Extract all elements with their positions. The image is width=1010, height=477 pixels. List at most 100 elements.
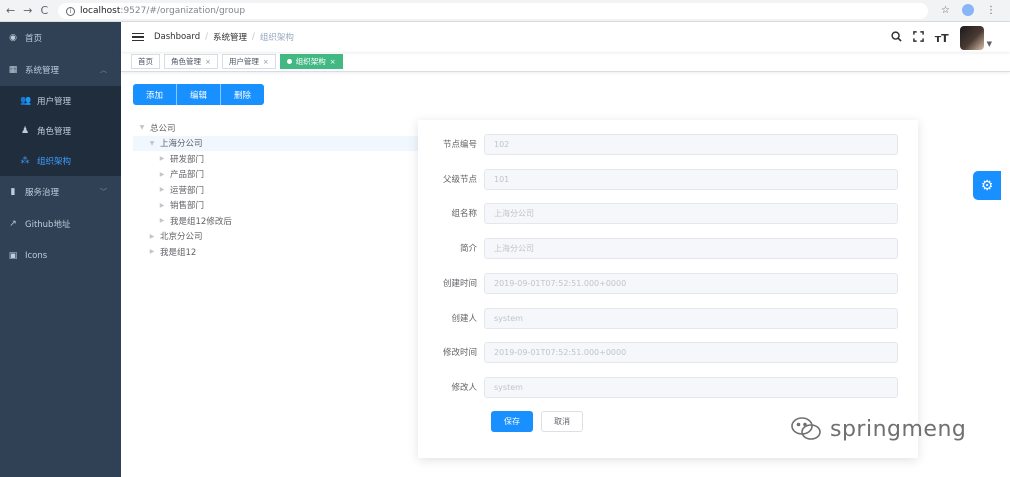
forward-icon[interactable]: → <box>23 4 32 17</box>
caret-right-icon[interactable]: ▶ <box>157 155 167 162</box>
sidebar-item-label: Github地址 <box>25 220 71 230</box>
form-row-description: 简介 上海分公司 <box>418 237 918 259</box>
edit-button[interactable]: 编辑 <box>177 84 222 105</box>
group-name-field[interactable]: 上海分公司 <box>484 202 898 224</box>
updated-at-field[interactable]: 2019-09-01T07:52:51.000+0000 <box>484 341 898 363</box>
field-label: 简介 <box>459 244 477 254</box>
navbar: Dashboard / 系统管理 / 组织架构 ᴛT ▼ <box>121 22 1010 52</box>
breadcrumb-dashboard[interactable]: Dashboard <box>154 32 200 42</box>
tree-node-label: 销售部门 <box>170 201 205 212</box>
form-row-parent: 父级节点 101 <box>418 168 918 190</box>
tree-node-label: 总公司 <box>150 123 176 134</box>
save-button[interactable]: 保存 <box>491 411 533 432</box>
close-icon[interactable]: × <box>330 58 336 66</box>
user-role-icon: ♟ <box>20 126 30 136</box>
tree-node-label: 我是组12修改后 <box>170 216 232 227</box>
caret-right-icon[interactable]: ▶ <box>157 217 167 224</box>
tree-node[interactable]: ▶ 我是组12 <box>133 244 423 260</box>
tree-node-label: 北京分公司 <box>160 232 203 243</box>
sidebar-item-organization[interactable]: ⁂ 组织架构 <box>0 146 121 176</box>
breadcrumb-system[interactable]: 系统管理 <box>213 31 247 43</box>
add-button[interactable]: 添加 <box>133 84 178 105</box>
fullscreen-icon[interactable] <box>912 31 924 45</box>
action-button-group: 添加 编辑 删除 <box>133 84 265 105</box>
delete-button[interactable]: 删除 <box>221 84 265 105</box>
tree-node[interactable]: ▼ 上海分公司 <box>133 135 423 151</box>
sidebar-item-label: 系统管理 <box>25 66 60 76</box>
created-by-field[interactable]: system <box>484 307 898 329</box>
field-label: 父级节点 <box>442 175 477 185</box>
wechat-logo-icon <box>791 417 821 440</box>
created-at-field[interactable]: 2019-09-01T07:52:51.000+0000 <box>484 272 898 294</box>
form-row-created-by: 创建人 system <box>418 307 918 329</box>
tree-node[interactable]: ▶ 我是组12修改后 <box>133 213 423 229</box>
parent-node-field[interactable]: 101 <box>484 168 898 190</box>
breadcrumb-current: 组织架构 <box>259 33 294 43</box>
caret-right-icon[interactable]: ▶ <box>157 186 167 193</box>
caret-down-icon[interactable]: ▼ <box>987 40 992 48</box>
hamburger-icon[interactable] <box>132 32 144 42</box>
sidebar-item-system[interactable]: ▦ 系统管理 ︿ <box>0 54 121 86</box>
description-field[interactable]: 上海分公司 <box>484 237 898 259</box>
tag-users[interactable]: 用户管理 × <box>221 54 276 69</box>
close-icon[interactable]: × <box>263 58 269 66</box>
node-id-field[interactable]: 102 <box>484 133 898 155</box>
tree-node-label: 上海分公司 <box>160 139 203 150</box>
breadcrumb: Dashboard / 系统管理 / 组织架构 <box>154 31 294 43</box>
caret-down-icon[interactable]: ▼ <box>137 124 147 131</box>
form-row-updated-by: 修改人 system <box>418 376 918 398</box>
users-icon: 👥 <box>20 96 32 106</box>
field-label: 节点编号 <box>442 140 477 150</box>
form-row-updated-at: 修改时间 2019-09-01T07:52:51.000+0000 <box>418 341 918 363</box>
sidebar-item-roles[interactable]: ♟ 角色管理 <box>0 116 121 146</box>
tag-home[interactable]: 首页 <box>131 54 160 69</box>
sidebar-item-label: 服务治理 <box>25 188 60 198</box>
tree-node[interactable]: ▶ 研发部门 <box>133 151 423 167</box>
form-row-id: 节点编号 102 <box>418 133 918 155</box>
field-label: 创建时间 <box>442 279 477 289</box>
field-label: 组名称 <box>451 209 477 219</box>
sidebar-item-services[interactable]: ▮ 服务治理 ﹀ <box>0 176 121 208</box>
breadcrumb-separator: / <box>205 32 208 42</box>
caret-right-icon[interactable]: ▶ <box>147 248 157 255</box>
caret-right-icon[interactable]: ▶ <box>157 202 167 209</box>
form-row-created-at: 创建时间 2019-09-01T07:52:51.000+0000 <box>418 272 918 294</box>
sidebar-item-github[interactable]: ↗ Github地址 <box>0 208 121 240</box>
tree-node[interactable]: ▶ 销售部门 <box>133 198 423 214</box>
bookmark-star-icon[interactable]: ☆ <box>941 5 950 16</box>
active-dot-icon <box>286 59 292 64</box>
search-icon[interactable] <box>891 31 902 45</box>
caret-right-icon[interactable]: ▶ <box>147 233 157 240</box>
back-icon[interactable]: ← <box>6 4 15 17</box>
tag-label: 首页 <box>138 57 153 66</box>
chevron-up-icon: ︿ <box>100 66 107 74</box>
bar-chart-icon: ▮ <box>10 187 16 197</box>
cancel-button[interactable]: 取消 <box>541 411 583 432</box>
sidebar-submenu: 👥 用户管理 ♟ 角色管理 ⁂ 组织架构 <box>0 86 121 176</box>
tree-node[interactable]: ▶ 北京分公司 <box>133 229 423 245</box>
font-size-icon[interactable]: ᴛT <box>935 32 949 45</box>
reload-icon[interactable]: C <box>40 4 48 17</box>
caret-down-icon[interactable]: ▼ <box>147 140 157 147</box>
avatar[interactable] <box>959 26 984 50</box>
watermark: springmeng <box>790 416 966 442</box>
updated-by-field[interactable]: system <box>484 376 898 398</box>
field-label: 修改时间 <box>442 348 477 358</box>
sidebar-item-users[interactable]: 👥 用户管理 <box>0 86 121 116</box>
profile-icon[interactable] <box>962 4 974 16</box>
browser-menu-icon[interactable]: ⋮ <box>986 5 996 16</box>
sidebar-item-home[interactable]: ◉ 首页 <box>0 22 121 54</box>
close-icon[interactable]: × <box>205 58 211 66</box>
site-info-icon[interactable]: i <box>66 6 75 16</box>
tag-organization[interactable]: 组织架构 × <box>279 54 343 69</box>
tag-roles[interactable]: 角色管理 × <box>164 54 218 69</box>
caret-right-icon[interactable]: ▶ <box>157 171 167 178</box>
tree-node[interactable]: ▶ 产品部门 <box>133 167 423 183</box>
address-bar[interactable]: i localhost:9527/#/organization/group <box>58 3 928 19</box>
tree-node[interactable]: ▼ 总公司 <box>133 120 423 136</box>
settings-panel-toggle[interactable]: ⚙ <box>973 171 1001 200</box>
sidebar-item-label: 首页 <box>25 34 43 44</box>
field-label: 修改人 <box>451 383 477 393</box>
tree-node[interactable]: ▶ 运营部门 <box>133 182 423 198</box>
sidebar-item-icons[interactable]: ▣ Icons <box>0 240 121 272</box>
